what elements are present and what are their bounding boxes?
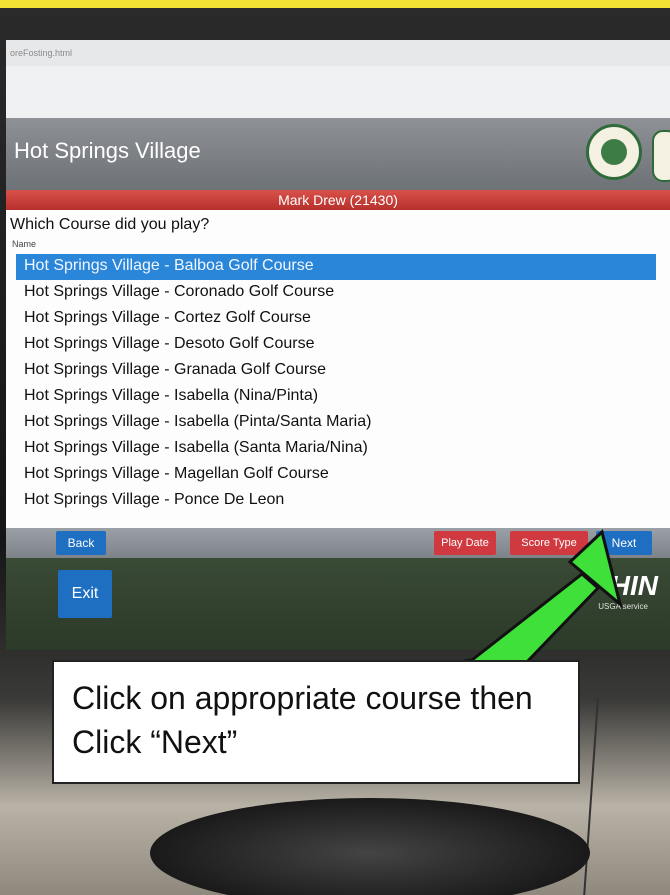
instruction-callout: Click on appropriate course then Click “… (52, 660, 580, 784)
